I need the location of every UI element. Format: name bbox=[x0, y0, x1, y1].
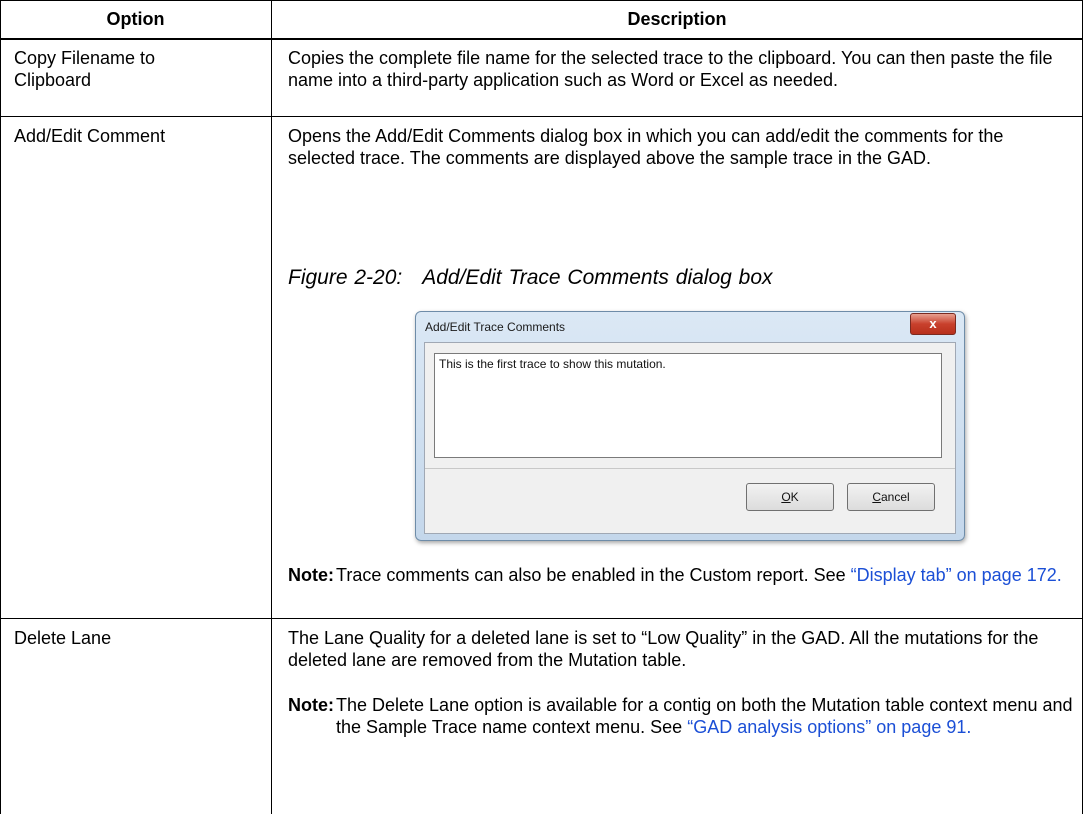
header-option: Option bbox=[106, 9, 165, 29]
dialog-separator bbox=[425, 468, 955, 469]
ok-label: K bbox=[790, 490, 799, 504]
note-label: Note: bbox=[288, 695, 334, 715]
option-copy-filename: Copy Filename to Clipboard bbox=[14, 48, 156, 90]
dialog-body: This is the first trace to show this mut… bbox=[424, 342, 956, 534]
figure-number: Figure 2-20: bbox=[288, 266, 403, 289]
note-label: Note: bbox=[288, 565, 334, 585]
row-divider bbox=[0, 618, 1083, 619]
note-body: The Delete Lane option is available for … bbox=[336, 694, 1076, 738]
note-body: Trace comments can also be enabled in th… bbox=[336, 564, 1076, 586]
description-delete-lane: The Lane Quality for a deleted lane is s… bbox=[288, 628, 1039, 670]
close-icon[interactable]: x bbox=[910, 313, 956, 335]
display-tab-link[interactable]: “Display tab” on page 172. bbox=[851, 565, 1062, 585]
cancel-button[interactable]: Cancel bbox=[847, 483, 935, 511]
description-copy-filename: Copies the complete file name for the se… bbox=[288, 48, 1053, 90]
options-table: Option Description Copy Filename to Clip… bbox=[0, 0, 1083, 814]
option-delete-lane: Delete Lane bbox=[14, 628, 112, 648]
note-text: Trace comments can also be enabled in th… bbox=[336, 565, 851, 585]
dialog-title: Add/Edit Trace Comments bbox=[425, 320, 566, 334]
column-divider bbox=[271, 0, 272, 814]
gad-analysis-options-link[interactable]: “GAD analysis options” on page 91. bbox=[687, 717, 971, 737]
row-divider bbox=[0, 116, 1083, 117]
ok-button[interactable]: OK bbox=[746, 483, 834, 511]
option-add-edit-comment: Add/Edit Comment bbox=[14, 126, 166, 146]
header-divider bbox=[0, 38, 1083, 40]
cancel-mnemonic: C bbox=[872, 490, 881, 504]
description-add-edit-comment: Opens the Add/Edit Comments dialog box i… bbox=[288, 126, 1004, 168]
table-border-left bbox=[0, 0, 1, 814]
comment-textarea[interactable]: This is the first trace to show this mut… bbox=[434, 353, 942, 458]
add-edit-trace-comments-dialog: Add/Edit Trace Comments x This is the fi… bbox=[415, 311, 965, 541]
ok-mnemonic: O bbox=[781, 490, 791, 504]
figure-title: Add/Edit Trace Comments dialog box bbox=[422, 266, 773, 289]
header-description: Description bbox=[627, 9, 727, 29]
figure-caption: Figure 2-20: Add/Edit Trace Comments dial… bbox=[288, 266, 773, 290]
cancel-label: ancel bbox=[880, 490, 910, 504]
